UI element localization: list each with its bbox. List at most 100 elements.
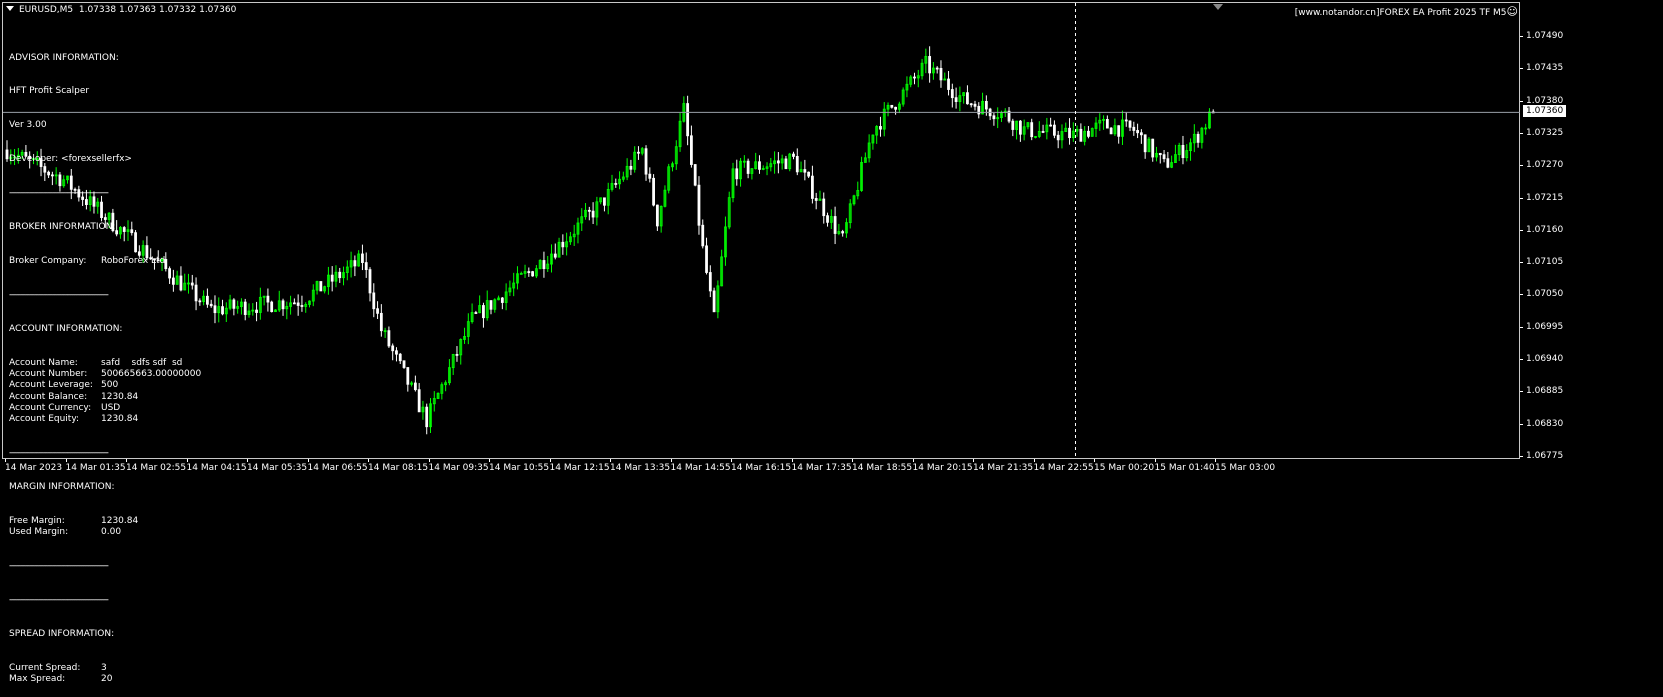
candle-body — [474, 312, 478, 314]
candle-body — [368, 269, 372, 294]
candle-body — [531, 271, 534, 277]
candle-body — [935, 67, 939, 70]
candle-body — [603, 197, 606, 206]
price-tick — [1520, 68, 1523, 70]
price-label: 1.07270 — [1526, 160, 1564, 171]
account-row: Account Currency: USD — [9, 403, 201, 414]
candle-body — [690, 135, 693, 165]
account-title: ACCOUNT INFORMATION: — [9, 323, 123, 334]
candle-body — [841, 231, 845, 234]
candle-body — [811, 175, 814, 199]
spread-row: Current Spread: 3 — [9, 663, 201, 674]
time-label: 14 Mar 21:35 — [973, 463, 1034, 473]
time-label: 15 Mar 01:40 — [1154, 463, 1215, 473]
time-label: 14 Mar 16:15 — [731, 463, 792, 473]
account-row-label: Account Currency: — [9, 402, 92, 413]
candle-body — [1041, 131, 1045, 133]
account-row-label: Account Equity: — [9, 414, 80, 425]
broker-label: Broker Company: — [9, 255, 87, 266]
price-label: 1.06830 — [1526, 418, 1564, 429]
candle-body — [1128, 120, 1132, 128]
account-row-value: USD — [101, 402, 121, 413]
time-label: 15 Mar 00:20 — [1094, 463, 1155, 473]
price-tick — [1520, 456, 1523, 457]
candle-body — [712, 290, 716, 313]
time-tick — [126, 459, 127, 462]
advisor-developer: Developer: <forexsellerfx> — [9, 154, 132, 165]
dropdown-triangle-icon[interactable] — [6, 6, 14, 11]
candle-body — [879, 126, 882, 130]
candle-body — [1132, 126, 1136, 131]
candle-body — [255, 309, 258, 313]
candle-body — [1143, 134, 1147, 153]
candle-body — [527, 271, 531, 273]
time-label: 14 Mar 14:55 — [670, 463, 731, 473]
time-label: 14 Mar 09:35 — [428, 463, 489, 473]
separator: ----------------------------------------… — [9, 560, 109, 571]
price-tick — [1520, 165, 1523, 167]
price-label: 1.07490 — [1526, 31, 1564, 41]
price-chart[interactable] — [0, 0, 1663, 510]
candle-body — [398, 353, 402, 362]
candle-body — [1166, 158, 1170, 168]
account-row-value: 1230.84 — [101, 414, 139, 425]
candle-body — [950, 89, 954, 99]
spread-row-value: 3 — [101, 662, 107, 673]
time-tick — [368, 459, 369, 462]
price-tick — [1520, 132, 1523, 134]
time-label: 14 Mar 04:15 — [186, 463, 247, 473]
candle-body — [697, 184, 701, 226]
candle-body — [489, 300, 493, 310]
time-label: 15 Mar 03:00 — [1215, 463, 1276, 473]
candle-body — [708, 272, 712, 292]
candle-body — [213, 305, 217, 314]
candle-body — [425, 406, 429, 428]
brand-text: [www.notandor.cn]FOREX EA Profit 2025 TF… — [1294, 8, 1507, 18]
candle-body — [648, 173, 652, 179]
candle-body — [992, 115, 996, 120]
candle-body — [500, 297, 504, 303]
candle-body — [807, 171, 811, 177]
ohlc-values: 1.07338 1.07363 1.07332 1.07360 — [78, 5, 237, 15]
candle-body — [361, 253, 364, 263]
time-label: 14 Mar 12:15 — [549, 463, 610, 473]
candle-body — [655, 204, 659, 227]
candle-body — [243, 301, 247, 315]
candle-body — [542, 260, 546, 269]
margin-row-value: 0.00 — [101, 527, 122, 538]
price-tick — [1520, 36, 1523, 37]
time-tick — [1154, 459, 1156, 462]
candle-body — [1124, 119, 1128, 122]
time-label: 14 Mar 22:55 — [1033, 463, 1094, 473]
candle-body — [795, 156, 799, 173]
candle-body — [1151, 138, 1155, 158]
time-label: 14 Mar 01:35 — [65, 463, 126, 473]
candle-body — [206, 295, 209, 305]
shift-marker-icon[interactable] — [1213, 4, 1223, 10]
separator: ----------------------------------------… — [9, 188, 109, 199]
candle-body — [894, 106, 897, 110]
candle-body — [1196, 133, 1200, 143]
candle-body — [954, 97, 958, 102]
candle-body — [406, 367, 410, 385]
candle-body — [587, 209, 591, 212]
candle-body — [746, 160, 750, 174]
time-label: 14 Mar 20:15 — [912, 463, 973, 473]
time-tick — [610, 459, 611, 462]
price-label: 1.06995 — [1526, 321, 1564, 332]
candle-body — [561, 241, 565, 248]
time-tick — [1094, 459, 1095, 462]
candle-body — [890, 104, 894, 108]
candle-body — [758, 161, 761, 170]
candle-body — [270, 301, 274, 313]
time-tick — [791, 459, 793, 462]
candle-body — [947, 78, 950, 90]
candle-body — [376, 308, 379, 314]
separator: ----------------------------------------… — [9, 289, 109, 300]
candle-body — [776, 160, 780, 164]
candle-body — [417, 389, 421, 413]
candle-body — [833, 216, 837, 234]
price-tick — [1520, 197, 1523, 199]
price-tick — [1520, 326, 1523, 328]
candle-body — [792, 153, 795, 157]
